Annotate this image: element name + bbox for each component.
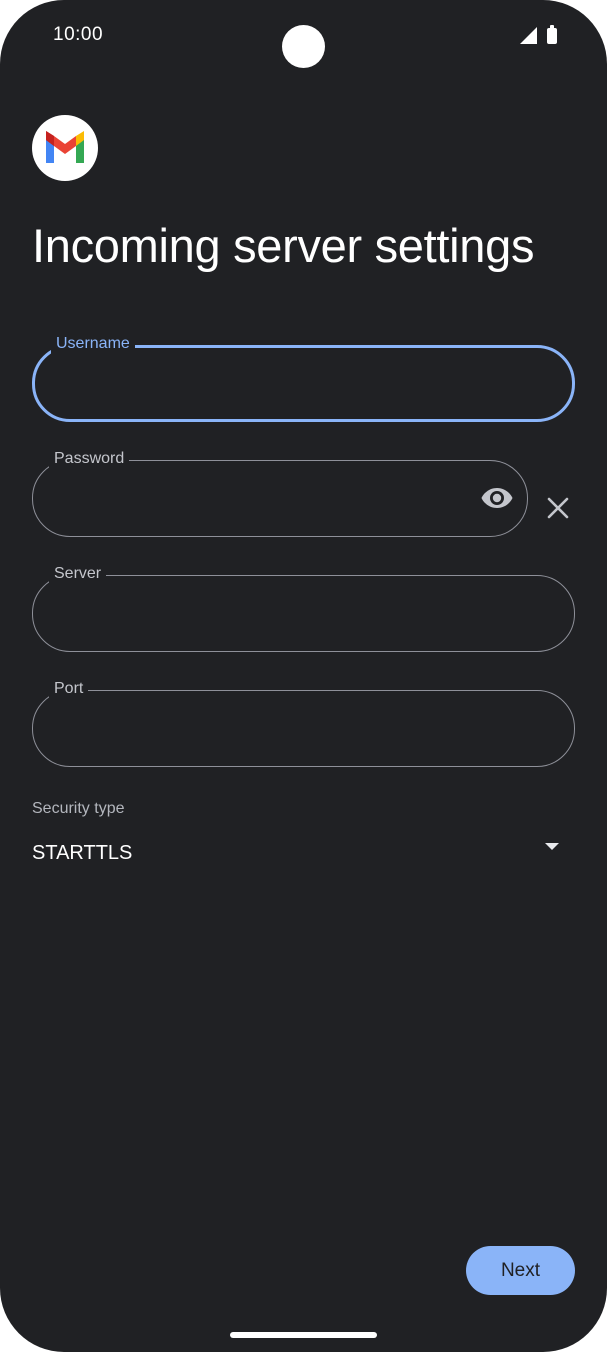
phone-screen: 10:00 Incoming server settings Username …	[0, 0, 607, 1352]
security-type-label: Security type	[32, 800, 125, 817]
password-input[interactable]	[53, 461, 403, 538]
dropdown-arrow-icon[interactable]	[545, 843, 559, 850]
status-icons	[520, 25, 557, 44]
close-icon[interactable]	[546, 496, 570, 520]
password-field[interactable]: Password	[32, 449, 528, 538]
security-type-value[interactable]: STARTTLS	[32, 842, 132, 865]
eye-icon[interactable]	[481, 485, 513, 511]
signal-icon	[520, 27, 537, 44]
port-field[interactable]: Port	[32, 679, 575, 768]
battery-icon	[547, 25, 557, 44]
gmail-logo-icon	[32, 115, 98, 181]
next-button[interactable]: Next	[466, 1246, 575, 1295]
home-indicator[interactable]	[230, 1332, 377, 1338]
server-input[interactable]	[53, 576, 436, 653]
username-field[interactable]: Username	[32, 334, 575, 422]
port-input[interactable]	[53, 691, 436, 768]
status-time: 10:00	[53, 24, 104, 45]
username-input[interactable]	[55, 348, 435, 421]
page-title: Incoming server settings	[32, 219, 535, 272]
camera-cutout	[282, 25, 325, 68]
server-field[interactable]: Server	[32, 564, 575, 653]
